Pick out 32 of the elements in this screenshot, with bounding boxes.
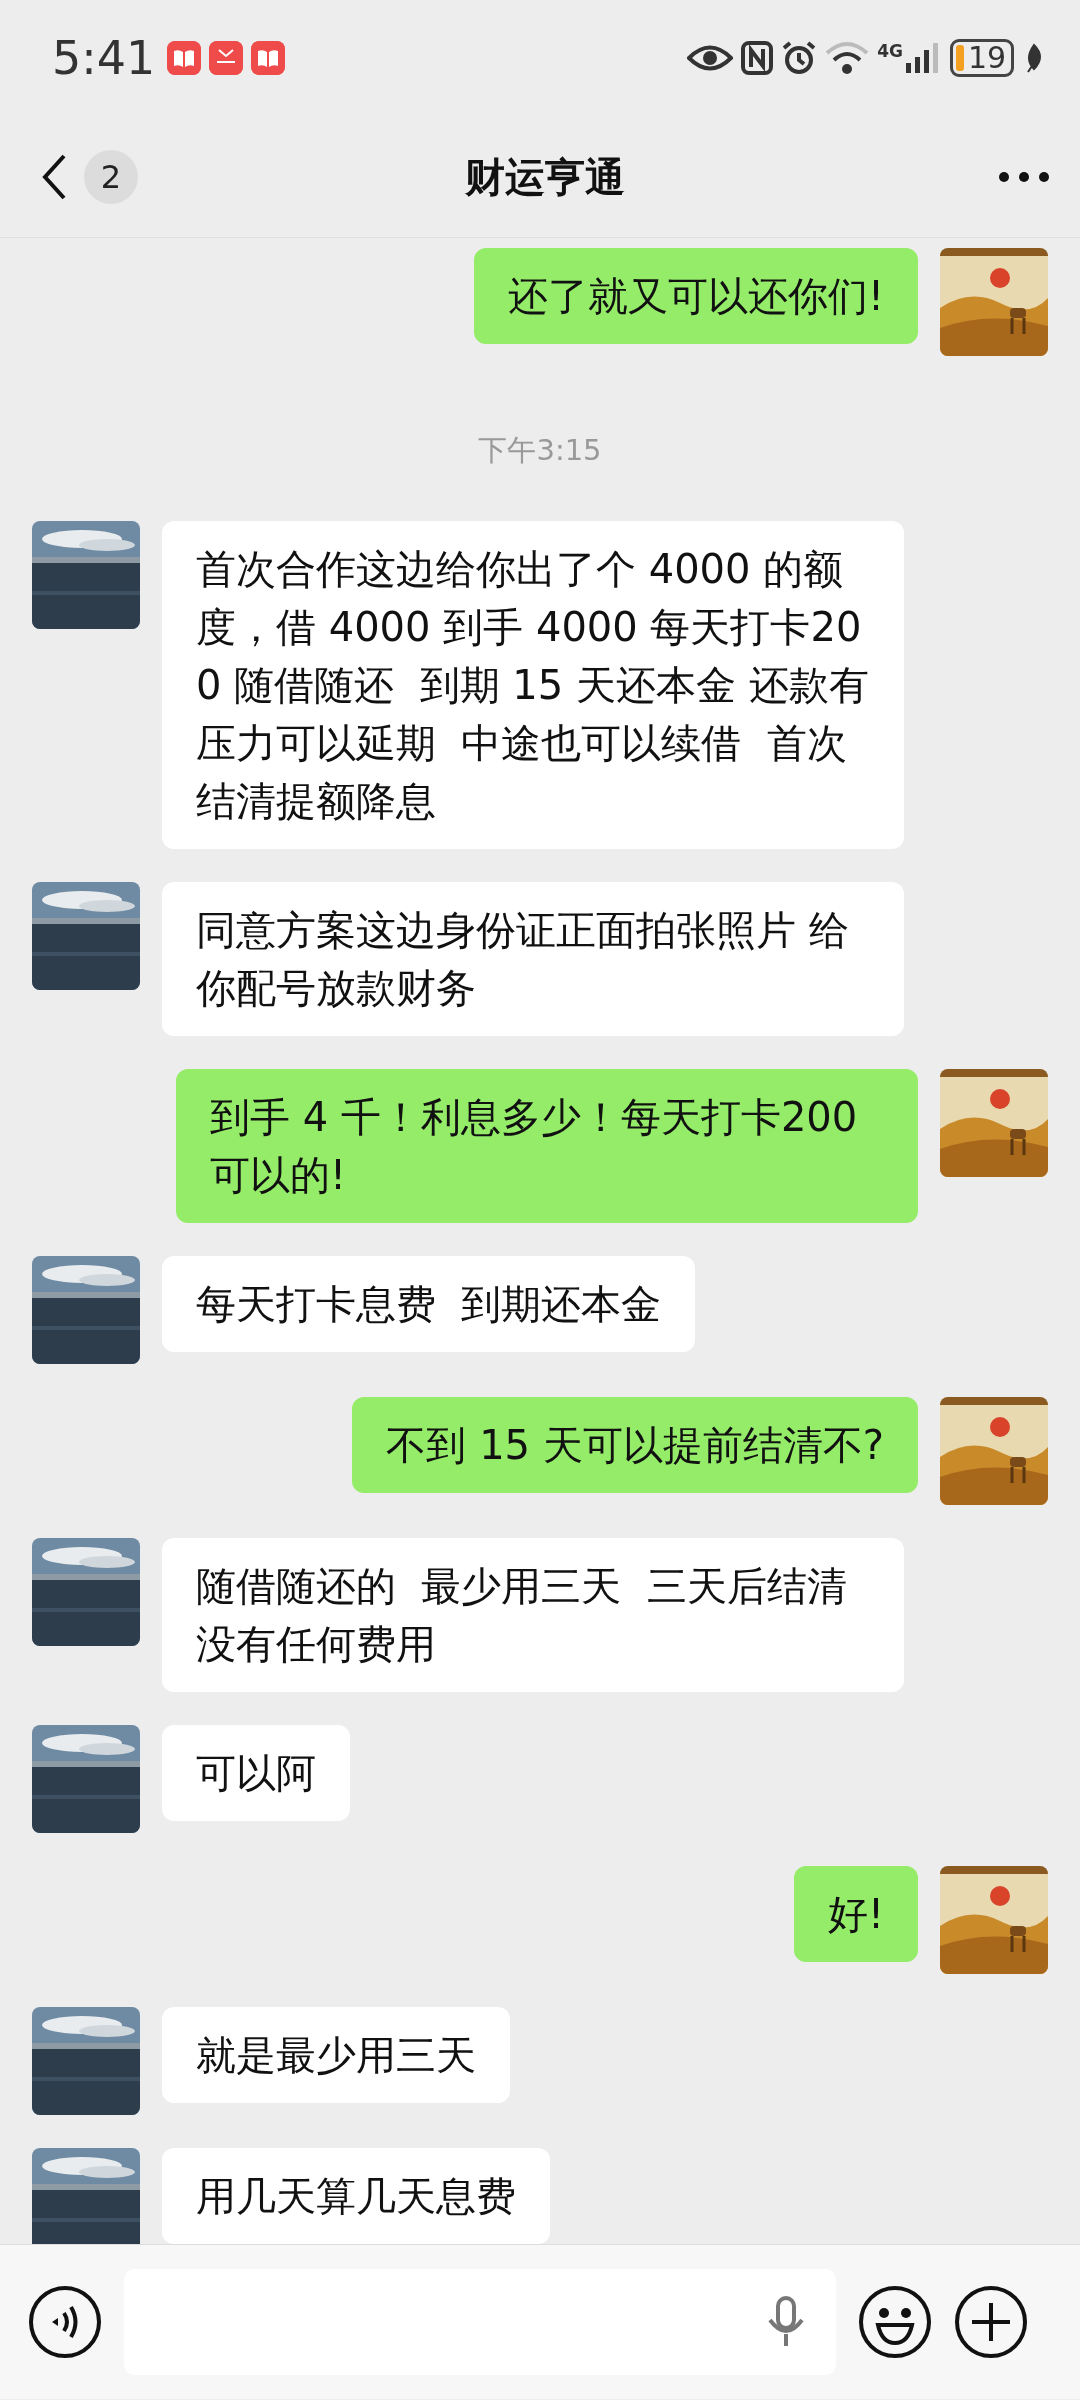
message-bubble[interactable]: 同意方案这边身份证正面拍张照片 给你配号放款财务	[162, 881, 904, 1036]
chat-title: 财运亨通	[465, 152, 625, 202]
message-bubble[interactable]: 每天打卡息费 到期还本金	[162, 1255, 696, 1352]
app-notification-icon	[251, 41, 286, 75]
app-notification-icon	[167, 41, 202, 75]
wifi-icon	[825, 41, 870, 75]
message-bubble[interactable]: 还了就又可以还你们!	[473, 248, 918, 344]
message-bubble[interactable]: 用几天算几天息费	[162, 2147, 550, 2244]
emoji-icon[interactable]	[858, 2285, 932, 2359]
message-bubble[interactable]: 到手 4 千！利息多少！每天打卡200 可以的!	[176, 1068, 918, 1223]
network-type: 4G	[877, 43, 903, 60]
message-bubble[interactable]: 可以阿	[162, 1724, 350, 1821]
message-bubble[interactable]: 随借随还的 最少用三天 三天后结清没有任何费用	[162, 1537, 904, 1692]
voice-input-icon[interactable]	[28, 2285, 102, 2359]
message-input-field[interactable]	[124, 2269, 836, 2375]
alarm-icon	[781, 40, 818, 76]
message-bubble[interactable]: 就是最少用三天	[162, 2006, 510, 2103]
message-bubble[interactable]: 好!	[793, 1865, 918, 1962]
battery-percent: 19	[968, 43, 1007, 73]
eye-icon	[687, 43, 734, 73]
message-timestamp: 下午3:15	[478, 432, 602, 469]
add-icon[interactable]	[954, 2285, 1028, 2359]
back-icon[interactable]	[40, 152, 68, 201]
unread-count-badge: 2	[84, 149, 138, 204]
message-bubble[interactable]: 不到 15 天可以提前结清不?	[352, 1396, 918, 1493]
nfc-icon	[741, 41, 774, 75]
more-icon[interactable]	[998, 170, 1050, 183]
microphone-icon[interactable]	[766, 2296, 806, 2348]
clock-time: 5:41	[52, 29, 156, 87]
battery-fill-icon	[956, 45, 964, 71]
app-notification-icon	[209, 41, 244, 75]
message-bubble[interactable]: 首次合作这边给你出了个 4000 的额度，借 4000 到手 4000 每天打卡200 随借随还 到期 15 天还本金 还款有压力可以延期 中途也可以续借 首次结清提额降息	[162, 520, 904, 849]
